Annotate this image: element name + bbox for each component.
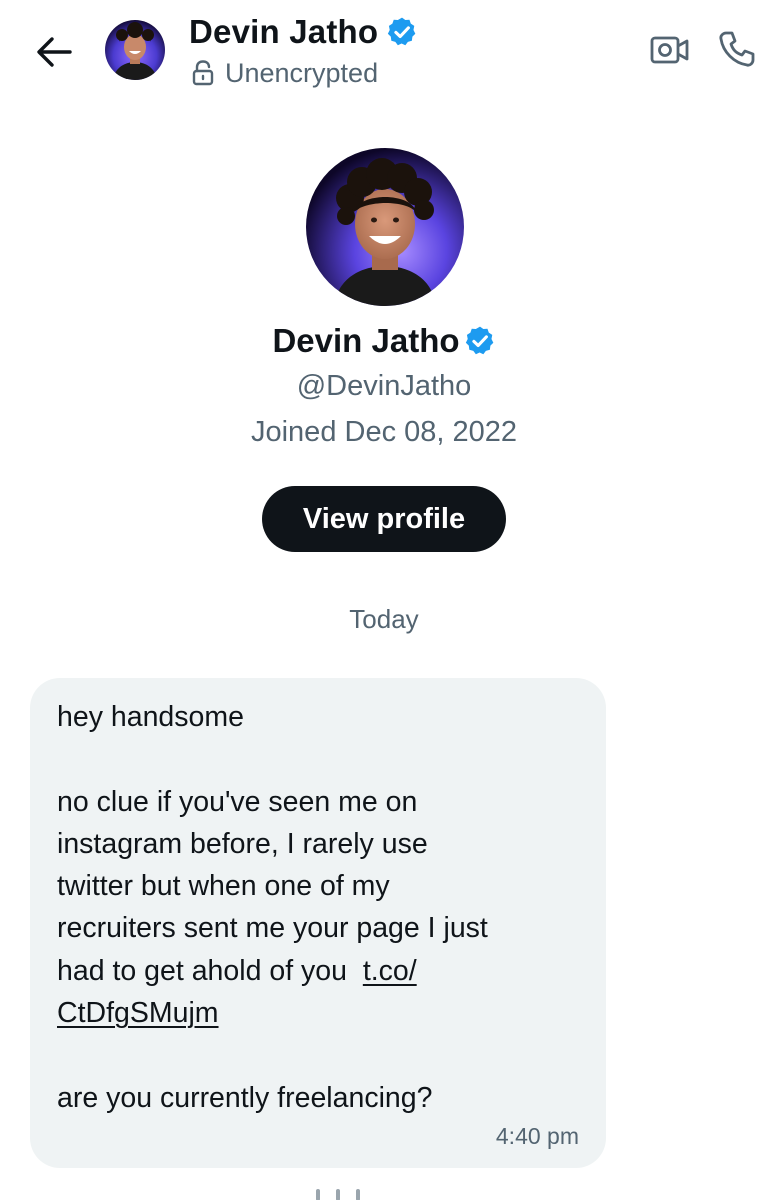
loading-indicator	[300, 1188, 470, 1200]
unlock-icon	[191, 59, 215, 87]
voice-call-button[interactable]	[714, 26, 760, 72]
header-name: Devin Jatho	[189, 13, 379, 50]
verified-badge-icon	[386, 16, 418, 48]
date-divider: Today	[349, 604, 419, 634]
header-avatar[interactable]	[105, 20, 165, 80]
back-button[interactable]	[30, 30, 78, 74]
encryption-status: Unencrypted	[191, 56, 378, 90]
video-icon	[650, 36, 689, 64]
message-body-end: are you currently freelancing?	[57, 1081, 433, 1114]
phone-icon	[719, 31, 755, 67]
message-body: hey handsome no clue if you've seen me o…	[57, 701, 488, 987]
profile-joined-date: Joined Dec 08, 2022	[250, 416, 518, 448]
view-profile-button[interactable]: View profile	[262, 486, 506, 552]
message-timestamp: 4:40 pm	[495, 1123, 579, 1149]
message-bubble[interactable]: hey handsome no clue if you've seen me o…	[30, 678, 606, 1168]
conversation-header: Devin Jatho Unencrypted	[0, 0, 768, 110]
profile-name: Devin Jatho	[272, 322, 460, 359]
encryption-label: Unencrypted	[225, 57, 379, 88]
profile-avatar[interactable]	[306, 148, 464, 306]
video-call-button[interactable]	[648, 30, 692, 70]
arrow-left-icon	[37, 37, 72, 67]
verified-badge-icon	[464, 325, 496, 357]
message-text: hey handsome no clue if you've seen me o…	[57, 696, 579, 1119]
profile-handle: @DevinJatho	[296, 370, 472, 402]
header-title[interactable]: Devin Jatho	[189, 12, 418, 52]
profile-title: Devin Jatho	[0, 318, 768, 364]
